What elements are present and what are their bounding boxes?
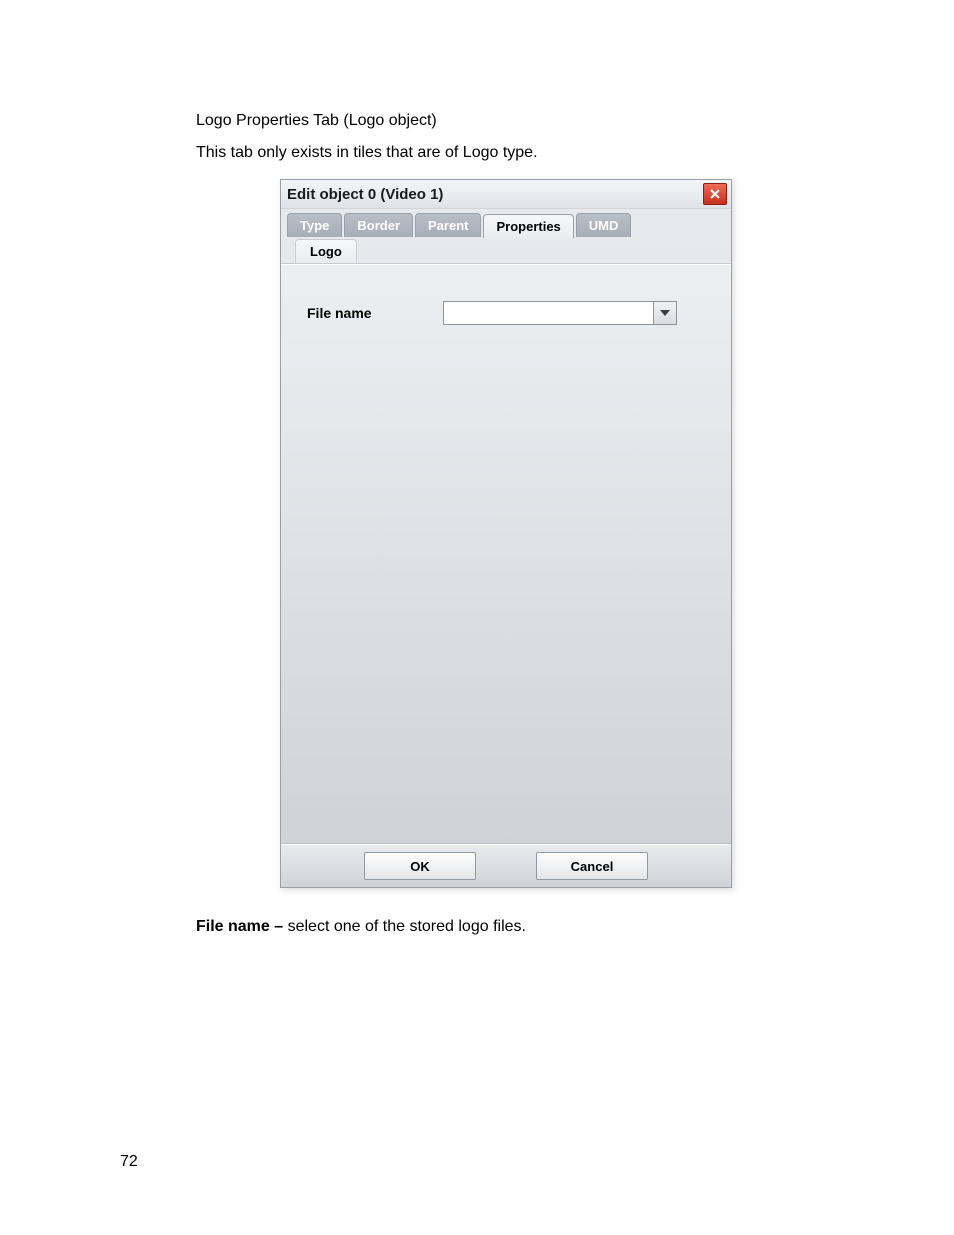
intro-line1: Logo Properties Tab (Logo object) — [196, 110, 834, 132]
page-number: 72 — [120, 1153, 138, 1171]
caption-rest: select one of the stored logo files. — [288, 918, 526, 935]
file-name-row: File name — [307, 301, 713, 325]
tab-parent[interactable]: Parent — [415, 213, 481, 237]
intro-line2: This tab only exists in tiles that are o… — [196, 142, 834, 164]
close-button[interactable] — [703, 183, 727, 205]
tab-type[interactable]: Type — [287, 213, 342, 237]
dialog-title: Edit object 0 (Video 1) — [287, 186, 703, 203]
tabs-row-primary: Type Border Parent Properties UMD — [281, 213, 731, 237]
caption-strong: File name – — [196, 918, 288, 935]
ok-button[interactable]: OK — [364, 852, 476, 880]
dialog-button-bar: OK Cancel — [281, 844, 731, 887]
properties-panel: File name — [281, 264, 731, 844]
tab-umd[interactable]: UMD — [576, 213, 632, 237]
dialog-titlebar: Edit object 0 (Video 1) — [281, 180, 731, 209]
tab-logo[interactable]: Logo — [295, 239, 357, 263]
tabs-row-secondary: Logo — [281, 239, 731, 264]
tab-border[interactable]: Border — [344, 213, 413, 237]
chevron-down-icon — [660, 310, 670, 316]
intro-text: Logo Properties Tab (Logo object) This t… — [196, 110, 834, 163]
file-name-input[interactable] — [443, 301, 653, 325]
file-name-label: File name — [307, 305, 427, 321]
cancel-button[interactable]: Cancel — [536, 852, 648, 880]
tab-properties[interactable]: Properties — [483, 214, 573, 238]
edit-object-dialog: Edit object 0 (Video 1) Type Border Pare… — [280, 179, 732, 888]
file-name-dropdown-button[interactable] — [653, 301, 677, 325]
file-name-combo[interactable] — [443, 301, 677, 325]
close-icon — [709, 188, 721, 200]
caption-text: File name – select one of the stored log… — [196, 918, 834, 936]
